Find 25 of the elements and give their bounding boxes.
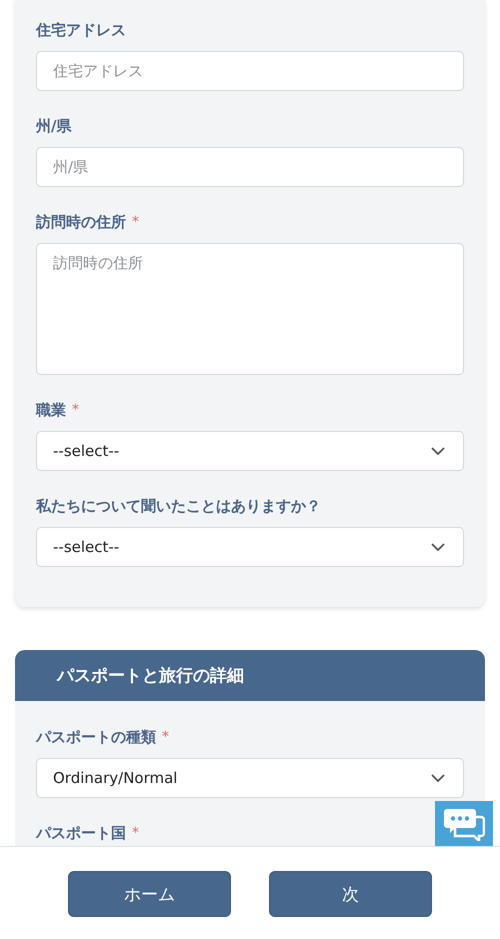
field-label: 私たちについて聞いたことはありますか？ — [36, 496, 321, 516]
field-label: 州/県 — [36, 116, 72, 136]
field-label: 住宅アドレス — [36, 20, 126, 40]
section-header: パスポートと旅行の詳細 — [15, 650, 485, 701]
input-field[interactable]: 住宅アドレス — [36, 51, 464, 91]
field-label: パスポートの種類 — [36, 728, 156, 746]
chevron-down-icon — [431, 446, 445, 456]
home-button[interactable]: ホーム — [68, 871, 231, 917]
chevron-down-icon — [431, 774, 445, 782]
chat-button[interactable] — [435, 801, 493, 847]
field-label: 訪問時の住所 — [36, 212, 126, 232]
field-label: 職業 — [36, 400, 66, 420]
select-field[interactable]: --select-- — [36, 527, 464, 567]
required-mark: * — [132, 214, 139, 230]
chat-bubbles-icon — [443, 807, 485, 841]
required-mark: * — [162, 729, 169, 745]
next-button[interactable]: 次 — [269, 871, 432, 917]
select-field[interactable]: --select-- — [36, 431, 464, 471]
input-field[interactable]: 州/県 — [36, 147, 464, 187]
text-area[interactable]: 訪問時の住所 — [36, 243, 464, 375]
required-mark: * — [72, 402, 79, 418]
field-label: パスポート国 — [36, 824, 126, 842]
required-mark: * — [132, 825, 139, 841]
chevron-down-icon — [431, 542, 445, 552]
select-field[interactable]: Ordinary/Normal — [36, 758, 464, 798]
